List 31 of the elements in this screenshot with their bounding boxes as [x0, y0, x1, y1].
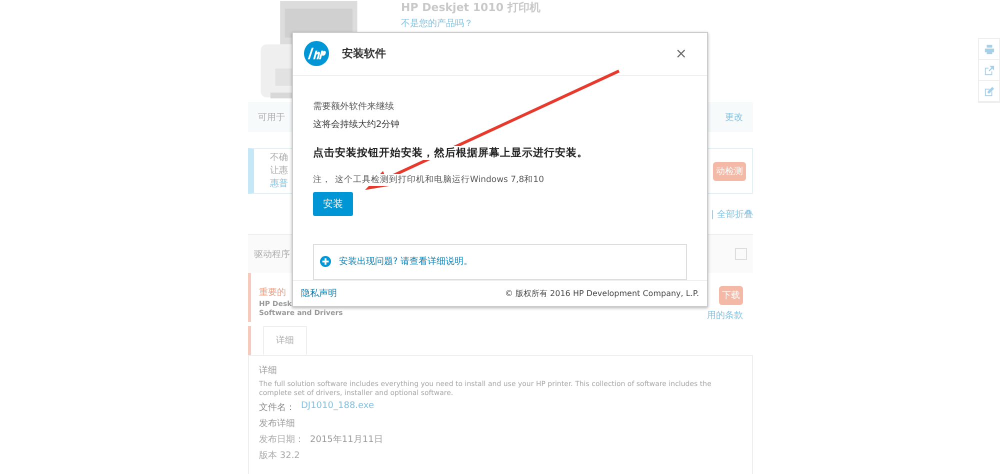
dialog-title: 安装软件: [342, 46, 387, 62]
notice-text: 不确: [270, 152, 288, 164]
note-text: 这个工具检测到打印机和电脑运行Windows 7,8和10: [335, 174, 544, 186]
change-link[interactable]: 更改: [725, 110, 743, 124]
plus-icon: [320, 256, 331, 268]
collapse-icon[interactable]: [735, 248, 747, 260]
download-button[interactable]: 下载: [719, 286, 743, 305]
file-label: 文件名：: [259, 402, 295, 414]
importance-label: 重要的: [259, 286, 286, 299]
close-button[interactable]: ×: [669, 44, 693, 63]
file-link[interactable]: DJ1010_188.exe: [301, 401, 374, 414]
terms-link[interactable]: 用的条款: [707, 309, 743, 322]
install-button[interactable]: 安装: [313, 192, 353, 216]
details-heading: 详细: [259, 364, 278, 377]
hp-logo: [303, 40, 330, 68]
release-date: 2015年11月11日: [310, 434, 383, 446]
release-heading: 发布详细: [259, 418, 296, 430]
release-date-label: 发布日期：: [259, 434, 304, 446]
drivers-header: 驱动程序: [254, 248, 290, 260]
available-label: 可用于: [258, 112, 285, 124]
detect-button[interactable]: 动检测: [713, 162, 746, 180]
expand-collapse-link[interactable]: | 全部折叠: [711, 208, 753, 220]
notice-text: 让惠: [270, 164, 288, 178]
details-tab[interactable]: 详细: [263, 326, 307, 355]
privacy-link[interactable]: 隐私声明: [301, 286, 337, 300]
help-expander[interactable]: 安装出现问题? 请查看详细说明。: [313, 244, 687, 280]
version-text: 版本 32.2: [259, 450, 301, 462]
not-your-product-link[interactable]: 不是您的产品吗？: [401, 17, 540, 30]
help-text: 安装出现问题? 请查看详细说明。: [339, 256, 473, 268]
notice-text: 惠普: [270, 178, 288, 190]
copyright-text: © 版权所有 2016 HP Development Company, L.P.: [504, 288, 699, 299]
